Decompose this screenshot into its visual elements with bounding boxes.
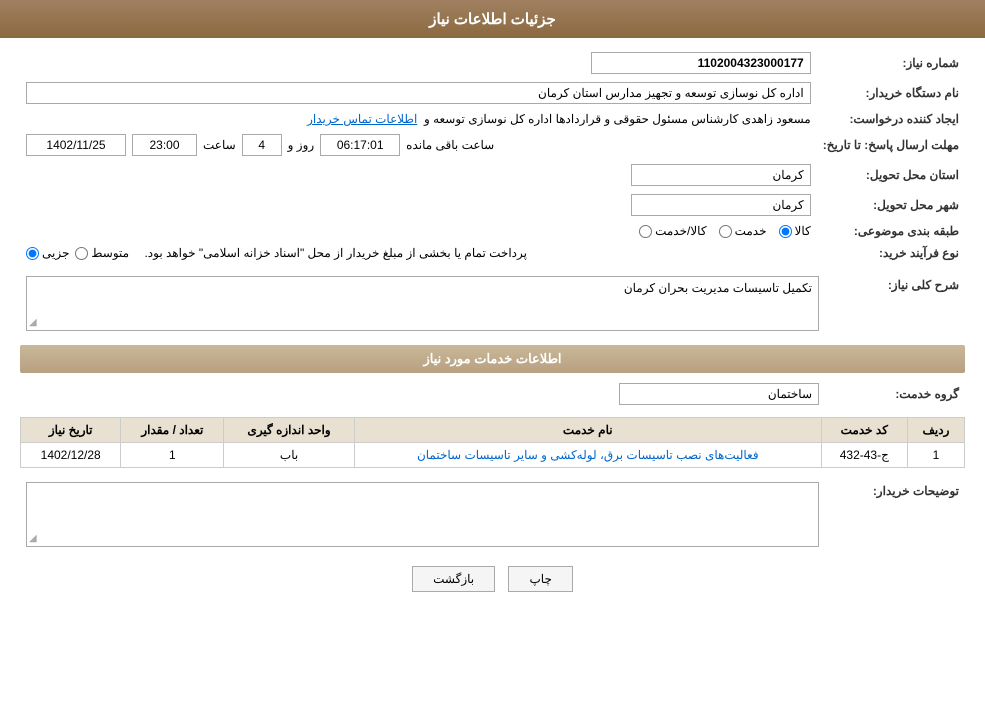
tabaqe-kala-item: کالا bbox=[779, 224, 811, 238]
col-vahad: واحد اندازه گیری bbox=[224, 418, 355, 443]
tosihaat-value-cell: ◢ bbox=[20, 478, 825, 551]
grohe-input: ساختمان bbox=[619, 383, 819, 405]
bazgasht-button[interactable]: بازگشت bbox=[412, 566, 495, 592]
tabaqe-khedmat-label: خدمت bbox=[735, 224, 767, 238]
chap-button[interactable]: چاپ bbox=[508, 566, 572, 592]
grohe-row: گروه خدمت: ساختمان bbox=[20, 379, 965, 409]
sharh-label: شرح کلی نیاز: bbox=[825, 272, 965, 335]
services-section-header: اطلاعات خدمات مورد نیاز bbox=[20, 345, 965, 373]
ostan-input: کرمان bbox=[631, 164, 811, 186]
tabaqe-kala-khedmat-label: کالا/خدمت bbox=[655, 224, 706, 238]
tabaqe-label: طبقه بندی موضوعی: bbox=[817, 220, 965, 242]
mohlat-row: مهلت ارسال پاسخ: تا تاریخ: ساعت باقی مان… bbox=[20, 130, 965, 160]
shahr-label: شهر محل تحویل: bbox=[817, 190, 965, 220]
shahr-input: کرمان bbox=[631, 194, 811, 216]
tabaqe-kala-khedmat-item: کالا/خدمت bbox=[639, 224, 706, 238]
cell-kod: ج-43-432 bbox=[821, 443, 907, 468]
baqi-saat-value: 06:17:01 bbox=[320, 134, 400, 156]
sharh-value-cell: تکمیل تاسیسات مدیریت بحران کرمان ◢ bbox=[20, 272, 825, 335]
mohlat-label: مهلت ارسال پاسخ: تا تاریخ: bbox=[817, 130, 965, 160]
col-tedad: تعداد / مقدار bbox=[121, 418, 224, 443]
tabaqe-kala-khedmat-radio[interactable] bbox=[639, 225, 652, 238]
shahr-row: شهر محل تحویل: کرمان bbox=[20, 190, 965, 220]
ijad-konande-row: ایجاد کننده درخواست: مسعود زاهدی کارشناس… bbox=[20, 108, 965, 130]
sharh-table: شرح کلی نیاز: تکمیل تاسیسات مدیریت بحران… bbox=[20, 272, 965, 335]
nam-dastgah-row: نام دستگاه خریدار: اداره کل نوسازی توسعه… bbox=[20, 78, 965, 108]
resize-handle-2: ◢ bbox=[29, 533, 37, 544]
page-header: جزئیات اطلاعات نیاز bbox=[0, 0, 985, 38]
ostan-row: استان محل تحویل: کرمان bbox=[20, 160, 965, 190]
grohe-label: گروه خدمت: bbox=[825, 379, 965, 409]
nooe-jozii-radio[interactable] bbox=[26, 247, 39, 260]
nooe-jozii-item: جزیی bbox=[26, 246, 69, 260]
tabaqe-kala-label: کالا bbox=[795, 224, 811, 238]
shomara-label: شماره نیاز: bbox=[817, 48, 965, 78]
sharh-row: شرح کلی نیاز: تکمیل تاسیسات مدیریت بحران… bbox=[20, 272, 965, 335]
tabaqe-options: کالا خدمت کالا/خدمت bbox=[20, 220, 817, 242]
services-table-body: 1ج-43-432فعالیت‌های نصب تاسیسات برق، لول… bbox=[21, 443, 965, 468]
page-container: جزئیات اطلاعات نیاز شماره نیاز: 11020043… bbox=[0, 0, 985, 703]
ijad-konande-value: مسعود زاهدی کارشناس مسئول حقوقی و قراردا… bbox=[20, 108, 817, 130]
ijad-konande-link[interactable]: اطلاعات تماس خریدار bbox=[307, 112, 417, 126]
ostan-label: استان محل تحویل: bbox=[817, 160, 965, 190]
grohe-table: گروه خدمت: ساختمان bbox=[20, 379, 965, 409]
tabaqe-row: طبقه بندی موضوعی: کالا خدمت کالا/خدمت bbox=[20, 220, 965, 242]
nooe-mottavaser-item: متوسط bbox=[75, 246, 129, 260]
shomara-input: 1102004323000177 bbox=[591, 52, 811, 74]
sharh-box: تکمیل تاسیسات مدیریت بحران کرمان ◢ bbox=[26, 276, 819, 331]
content-area: شماره نیاز: 1102004323000177 نام دستگاه … bbox=[0, 38, 985, 627]
shomara-value: 1102004323000177 bbox=[20, 48, 817, 78]
cell-radif: 1 bbox=[907, 443, 964, 468]
tabaqe-khedmat-radio[interactable] bbox=[719, 225, 732, 238]
ijad-konande-text: مسعود زاهدی کارشناس مسئول حقوقی و قراردا… bbox=[424, 112, 811, 126]
nam-dastgah-value: اداره کل نوسازی توسعه و تجهیز مدارس استا… bbox=[20, 78, 817, 108]
sharh-text: تکمیل تاسیسات مدیریت بحران کرمان bbox=[624, 281, 812, 295]
tosihaat-table: توضیحات خریدار: ◢ bbox=[20, 478, 965, 551]
cell-tarikh: 1402/12/28 bbox=[21, 443, 121, 468]
shahr-value: کرمان bbox=[20, 190, 817, 220]
nam-dastgah-input: اداره کل نوسازی توسعه و تجهیز مدارس استا… bbox=[26, 82, 811, 104]
ostan-value: کرمان bbox=[20, 160, 817, 190]
nooe-farayand-value: پرداخت تمام یا بخشی از مبلغ خریدار از مح… bbox=[20, 242, 817, 264]
table-row: 1ج-43-432فعالیت‌های نصب تاسیسات برق، لول… bbox=[21, 443, 965, 468]
header-title: جزئیات اطلاعات نیاز bbox=[429, 11, 556, 28]
roz-value: 4 bbox=[242, 134, 282, 156]
nooe-farayand-row: نوع فرآیند خرید: پرداخت تمام یا بخشی از … bbox=[20, 242, 965, 264]
info-table: شماره نیاز: 1102004323000177 نام دستگاه … bbox=[20, 48, 965, 264]
nooe-farayand-label: نوع فرآیند خرید: bbox=[817, 242, 965, 264]
col-radif: ردیف bbox=[907, 418, 964, 443]
grohe-value: ساختمان bbox=[20, 379, 825, 409]
cell-tedad: 1 bbox=[121, 443, 224, 468]
tabaqe-khedmat-item: خدمت bbox=[719, 224, 767, 238]
nooe-mottavaser-label: متوسط bbox=[91, 246, 129, 260]
tosihaat-box: ◢ bbox=[26, 482, 819, 547]
tosihaat-label: توضیحات خریدار: bbox=[825, 478, 965, 551]
shomara-row: شماره نیاز: 1102004323000177 bbox=[20, 48, 965, 78]
mohlat-value: ساعت باقی مانده 06:17:01 روز و 4 ساعت 23… bbox=[20, 130, 817, 160]
tarikh-value: 1402/11/25 bbox=[26, 134, 126, 156]
saat-label: ساعت bbox=[203, 138, 236, 152]
services-table-header-row: ردیف کد خدمت نام خدمت واحد اندازه گیری ت… bbox=[21, 418, 965, 443]
baqi-saat-label: ساعت باقی مانده bbox=[406, 138, 494, 152]
col-tarikh: تاریخ نیاز bbox=[21, 418, 121, 443]
nooe-mottavaser-radio[interactable] bbox=[75, 247, 88, 260]
tosihaat-row: توضیحات خریدار: ◢ bbox=[20, 478, 965, 551]
nooe-farayand-text: پرداخت تمام یا بخشی از مبلغ خریدار از مح… bbox=[144, 246, 527, 260]
ijad-konande-label: ایجاد کننده درخواست: bbox=[817, 108, 965, 130]
col-kod: کد خدمت bbox=[821, 418, 907, 443]
services-table: ردیف کد خدمت نام خدمت واحد اندازه گیری ت… bbox=[20, 417, 965, 468]
tabaqe-kala-radio[interactable] bbox=[779, 225, 792, 238]
nam-dastgah-label: نام دستگاه خریدار: bbox=[817, 78, 965, 108]
nooe-jozii-label: جزیی bbox=[42, 246, 69, 260]
col-nam: نام خدمت bbox=[354, 418, 821, 443]
btn-bar: چاپ بازگشت bbox=[20, 566, 965, 607]
saat-value: 23:00 bbox=[132, 134, 197, 156]
roz-label: روز و bbox=[288, 138, 315, 152]
cell-nam: فعالیت‌های نصب تاسیسات برق، لوله‌کشی و س… bbox=[354, 443, 821, 468]
services-table-head: ردیف کد خدمت نام خدمت واحد اندازه گیری ت… bbox=[21, 418, 965, 443]
resize-handle: ◢ bbox=[29, 317, 37, 328]
cell-vahad: باب bbox=[224, 443, 355, 468]
